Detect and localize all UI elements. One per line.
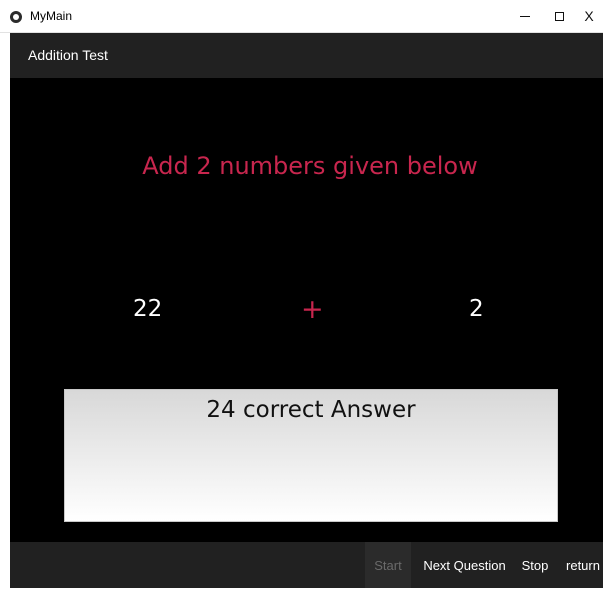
page-title: Addition Test bbox=[28, 47, 108, 63]
window-title: MyMain bbox=[30, 9, 73, 23]
question-panel: Add 2 numbers given below 22 + 2 24 corr… bbox=[10, 78, 603, 542]
stop-button[interactable]: Stop bbox=[515, 542, 555, 588]
close-icon: X bbox=[584, 8, 594, 24]
app-header: Addition Test bbox=[10, 33, 603, 78]
question-prompt: Add 2 numbers given below bbox=[142, 152, 478, 180]
close-button[interactable]: X bbox=[572, 0, 603, 32]
return-button[interactable]: return bbox=[563, 542, 603, 588]
answer-text: 24 correct Answer bbox=[206, 397, 416, 423]
app-logo-icon bbox=[10, 11, 22, 23]
first-number: 22 bbox=[133, 296, 163, 322]
next-question-button[interactable]: Next Question bbox=[418, 542, 511, 588]
bottom-toolbar: Start Next Question Stop return bbox=[10, 542, 603, 588]
app-window: MyMain X Addition Test Add 2 numbers giv… bbox=[0, 0, 603, 590]
maximize-button[interactable] bbox=[542, 0, 576, 32]
title-bar[interactable]: MyMain X bbox=[0, 0, 603, 33]
minimize-button[interactable] bbox=[508, 0, 542, 32]
minimize-icon bbox=[520, 15, 530, 17]
start-button[interactable]: Start bbox=[365, 542, 411, 588]
plus-operator: + bbox=[301, 294, 324, 325]
maximize-icon bbox=[554, 11, 564, 21]
answer-field[interactable]: 24 correct Answer bbox=[64, 389, 558, 522]
second-number: 2 bbox=[469, 296, 484, 322]
